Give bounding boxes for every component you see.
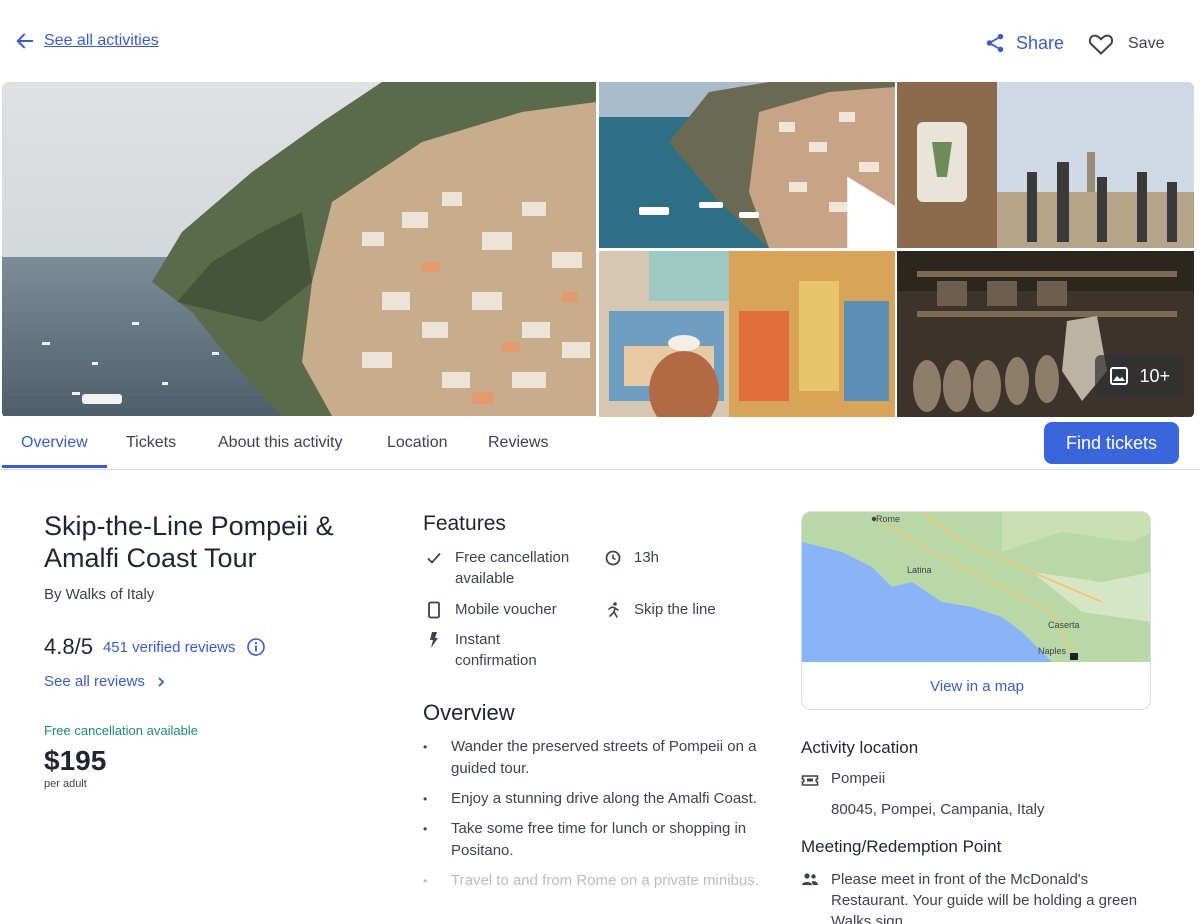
feature-text: 13h bbox=[634, 549, 660, 566]
feature-text: Instant confirmation bbox=[455, 631, 537, 669]
list-item-text: Wander the preserved streets of Pompeii … bbox=[451, 738, 757, 777]
rating-row: 4.8/5 451 verified reviews bbox=[44, 634, 266, 660]
verified-reviews-link[interactable]: 451 verified reviews bbox=[103, 639, 236, 656]
activity-provider: By Walks of Italy bbox=[44, 586, 155, 603]
list-item: • Wander the preserved streets of Pompeii… bbox=[423, 736, 773, 780]
see-all-reviews-label: See all reviews bbox=[44, 673, 145, 690]
chevron-right-icon bbox=[158, 676, 165, 687]
section-tabs: Overview Tickets About this activity Loc… bbox=[0, 418, 1200, 470]
runner-icon bbox=[608, 602, 619, 618]
feature-item: Free cancellation available bbox=[425, 547, 595, 589]
share-button[interactable]: Share bbox=[984, 32, 1064, 54]
gallery-photo-pompeii-street[interactable] bbox=[897, 82, 1194, 248]
tab-tickets[interactable]: Tickets bbox=[126, 434, 176, 452]
check-icon bbox=[427, 552, 441, 564]
image-icon bbox=[1110, 367, 1129, 385]
feature-text: Skip the line bbox=[634, 601, 716, 618]
view-in-map-link[interactable]: View in a map bbox=[802, 662, 1150, 709]
list-item: • Take some free time for lunch or shoppi… bbox=[423, 818, 773, 862]
overview-list: • Wander the preserved streets of Pompeii… bbox=[423, 736, 773, 900]
map-label-naples: Naples bbox=[1038, 646, 1067, 656]
photo-gallery: 10+ bbox=[2, 82, 1194, 418]
list-item: • Enjoy a stunning drive along the Amalfi… bbox=[423, 788, 773, 810]
map-label-latina: Latina bbox=[907, 565, 932, 575]
tab-reviews[interactable]: Reviews bbox=[488, 434, 548, 452]
map-label-caserta: Caserta bbox=[1048, 620, 1080, 630]
map-card: Rome Latina Caserta Naples View in a map bbox=[801, 511, 1151, 710]
map-preview[interactable]: Rome Latina Caserta Naples bbox=[802, 512, 1150, 662]
free-cancellation-note: Free cancellation available bbox=[44, 723, 198, 738]
location-address: 80045, Pompei, Campania, Italy bbox=[831, 801, 1045, 818]
activity-location-heading: Activity location bbox=[801, 738, 919, 757]
feature-item: Mobile voucher bbox=[425, 599, 557, 620]
feature-text: Mobile voucher bbox=[455, 601, 557, 618]
feature-text: Free cancellation available bbox=[455, 549, 570, 587]
back-link[interactable]: See all activities bbox=[14, 30, 159, 52]
list-item-text: Enjoy a stunning drive along the Amalfi … bbox=[451, 790, 758, 807]
features-heading: Features bbox=[423, 512, 506, 535]
share-icon bbox=[986, 33, 1004, 53]
phone-icon bbox=[428, 601, 440, 619]
find-tickets-button[interactable]: Find tickets bbox=[1044, 422, 1179, 464]
meeting-text: Please meet in front of the McDonald's R… bbox=[831, 871, 1138, 924]
info-icon[interactable] bbox=[246, 637, 266, 657]
people-icon bbox=[802, 873, 818, 885]
bolt-icon bbox=[430, 632, 438, 648]
clock-icon bbox=[605, 550, 621, 566]
rating-score: 4.8/5 bbox=[44, 634, 93, 659]
gallery-video-thumbnail[interactable] bbox=[599, 82, 895, 248]
back-link-label[interactable]: See all activities bbox=[44, 32, 159, 50]
active-tab-indicator bbox=[2, 465, 107, 468]
feature-item: Instant confirmation bbox=[425, 629, 575, 671]
play-icon bbox=[847, 176, 895, 248]
gallery-main-photo[interactable] bbox=[2, 82, 596, 416]
tab-overview[interactable]: Overview bbox=[21, 434, 88, 452]
share-label: Share bbox=[1016, 32, 1065, 53]
map-label-rome: Rome bbox=[876, 514, 900, 524]
feature-item: Skip the line bbox=[604, 599, 716, 620]
top-bar: See all activities Share Save bbox=[0, 0, 1200, 82]
arrow-left-icon bbox=[16, 33, 34, 49]
see-all-reviews-link[interactable]: See all reviews bbox=[44, 673, 167, 690]
save-label: Save bbox=[1128, 35, 1165, 52]
price-unit: per adult bbox=[44, 778, 87, 790]
meeting-point-heading: Meeting/Redemption Point bbox=[801, 837, 1002, 856]
location-row: Pompeii bbox=[801, 770, 885, 789]
more-photos-count: 10+ bbox=[1139, 365, 1170, 386]
meeting-row: Please meet in front of the McDonald's R… bbox=[801, 869, 1161, 924]
gallery-photo-painter[interactable] bbox=[599, 251, 895, 417]
location-place: Pompeii bbox=[831, 770, 886, 787]
heart-icon bbox=[1088, 34, 1114, 55]
list-item-text: Travel to and from Rome on a private min… bbox=[451, 872, 759, 889]
gallery-photo-artifacts[interactable]: 10+ bbox=[897, 251, 1194, 417]
tab-location[interactable]: Location bbox=[387, 434, 448, 452]
list-item-text: Take some free time for lunch or shoppin… bbox=[451, 820, 747, 859]
feature-item: 13h bbox=[604, 547, 659, 568]
price: $195 bbox=[44, 745, 107, 776]
ticket-icon bbox=[801, 775, 819, 786]
overview-heading: Overview bbox=[423, 700, 515, 725]
list-item: • Travel to and from Rome on a private mi… bbox=[423, 870, 773, 892]
more-photos-badge[interactable]: 10+ bbox=[1095, 355, 1184, 397]
save-button[interactable]: Save bbox=[1088, 32, 1164, 56]
tab-about[interactable]: About this activity bbox=[218, 434, 343, 452]
activity-title: Skip-the-Line Pompeii & Amalfi Coast Tou… bbox=[44, 511, 334, 573]
